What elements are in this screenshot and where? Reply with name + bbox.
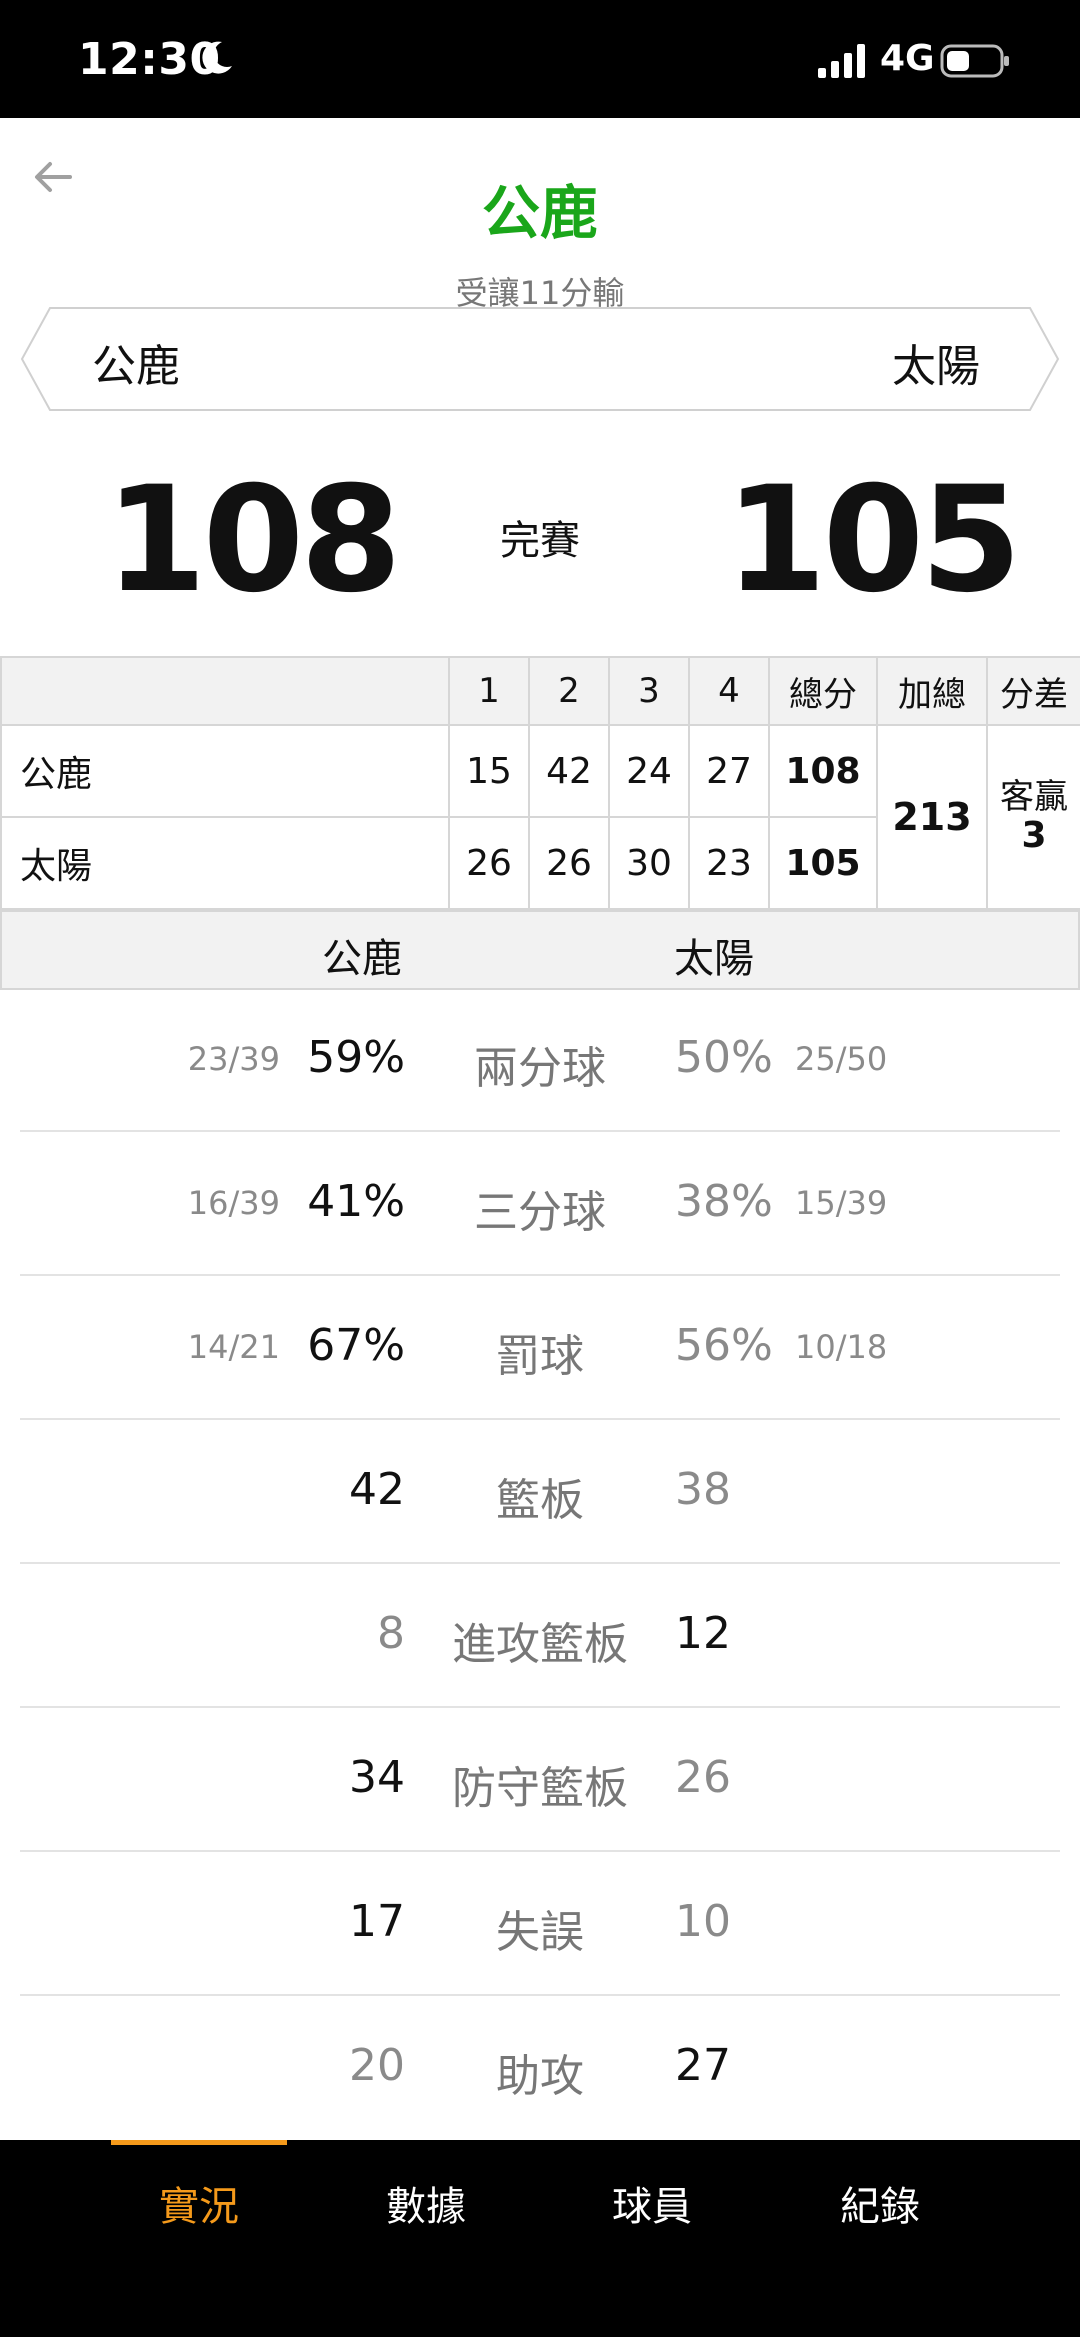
home-stat-value: 59% [307,1032,405,1083]
total-score: 108 [768,724,878,818]
home-stat-value: 34 [349,1752,405,1803]
combined-total: 213 [876,724,988,910]
away-score: 105 [725,455,1022,625]
team-stats-header: 公鹿 太陽 [0,910,1080,990]
q2-score: 26 [528,816,610,910]
table-row: 公鹿 15 42 24 27 108 213 客贏 3 [0,724,1080,910]
tab-records[interactable]: 紀錄 [780,2174,980,2232]
stat-row: 34 防守籃板 26 [0,1708,1080,1852]
tab-live[interactable]: 實況 [99,2174,299,2232]
header-team [0,656,450,726]
stat-label: 三分球 [474,1187,606,1238]
away-stat-value: 38 [675,1464,731,1515]
q4-score: 23 [688,816,770,910]
stat-row: 14/21 67% 罰球 56% 10/18 [0,1276,1080,1420]
header-combined: 加總 [876,656,988,726]
stat-label: 兩分球 [474,1043,606,1094]
tab-players[interactable]: 球員 [552,2174,752,2232]
q1-score: 26 [448,816,530,910]
stat-row: 17 失誤 10 [0,1852,1080,1996]
page-title: 公鹿 [481,179,598,247]
stats-away-team: 太陽 [674,936,754,982]
tab-stats[interactable]: 數據 [326,2174,526,2232]
total-score: 105 [768,816,878,910]
q3-score: 24 [608,724,690,818]
away-team-name: 太陽 [892,341,980,392]
row-team-name: 太陽 [0,816,450,910]
home-made-attempts: 16/39 [187,1184,280,1222]
diff-label: 客贏 [1000,776,1068,817]
home-stat-value: 67% [307,1320,405,1371]
stats-home-team: 公鹿 [322,936,402,982]
home-made-attempts: 14/21 [187,1328,280,1366]
home-stat-value: 20 [349,2040,405,2091]
q3-score: 30 [608,816,690,910]
header-q3: 3 [608,656,690,726]
stat-label: 防守籃板 [452,1763,628,1814]
battery-icon [940,44,1009,78]
away-stat-value: 26 [675,1752,731,1803]
away-stat-value: 12 [675,1608,731,1659]
away-stat-value: 38% [675,1176,773,1227]
away-made-attempts: 10/18 [795,1328,888,1366]
network-type: 4G [880,38,935,79]
header-q4: 4 [688,656,770,726]
bottom-tab-bar: 實況 數據 球員 紀錄 [0,2140,1080,2337]
stat-label: 籃板 [496,1475,584,1526]
diff-value: 3 [1021,814,1047,856]
stat-label: 失誤 [496,1907,584,1958]
home-team-name: 公鹿 [92,341,180,392]
header-total: 總分 [768,656,878,726]
header-q1: 1 [448,656,530,726]
header-q2: 2 [528,656,610,726]
box-score-header: 1 2 3 4 總分 加總 分差 [0,656,1080,726]
home-stat-value: 17 [349,1896,405,1947]
stat-label: 進攻籃板 [452,1619,628,1670]
away-stat-value: 56% [675,1320,773,1371]
team-stats-list: 23/39 59% 兩分球 50% 25/50 16/39 41% 三分球 38… [0,988,1080,2140]
away-made-attempts: 15/39 [795,1184,888,1222]
away-made-attempts: 25/50 [795,1040,888,1078]
stat-label: 助攻 [496,2051,584,2102]
active-tab-indicator [111,2140,287,2145]
stat-row: 20 助攻 27 [0,1996,1080,2140]
away-stat-value: 27 [675,2040,731,2091]
signal-icon [818,44,865,78]
home-stat-value: 8 [377,1608,405,1659]
stat-row: 8 進攻籃板 12 [0,1564,1080,1708]
home-stat-value: 42 [349,1464,405,1515]
box-score-table: 1 2 3 4 總分 加總 分差 公鹿 15 42 24 27 108 213 … [0,656,1080,910]
stat-row: 42 籃板 38 [0,1420,1080,1564]
status-bar: 12:30 4G [0,0,1080,118]
away-stat-value: 50% [675,1032,773,1083]
stat-label: 罰球 [496,1331,584,1382]
away-stat-value: 10 [675,1896,731,1947]
moon-icon [202,41,232,74]
score-diff: 客贏 3 [986,724,1080,910]
stat-row: 23/39 59% 兩分球 50% 25/50 [0,988,1080,1132]
q1-score: 15 [448,724,530,818]
q2-score: 42 [528,724,610,818]
row-team-name: 公鹿 [0,724,450,818]
home-stat-value: 41% [307,1176,405,1227]
stat-row: 16/39 41% 三分球 38% 15/39 [0,1132,1080,1276]
home-made-attempts: 23/39 [187,1040,280,1078]
q4-score: 27 [688,724,770,818]
header-diff: 分差 [986,656,1080,726]
